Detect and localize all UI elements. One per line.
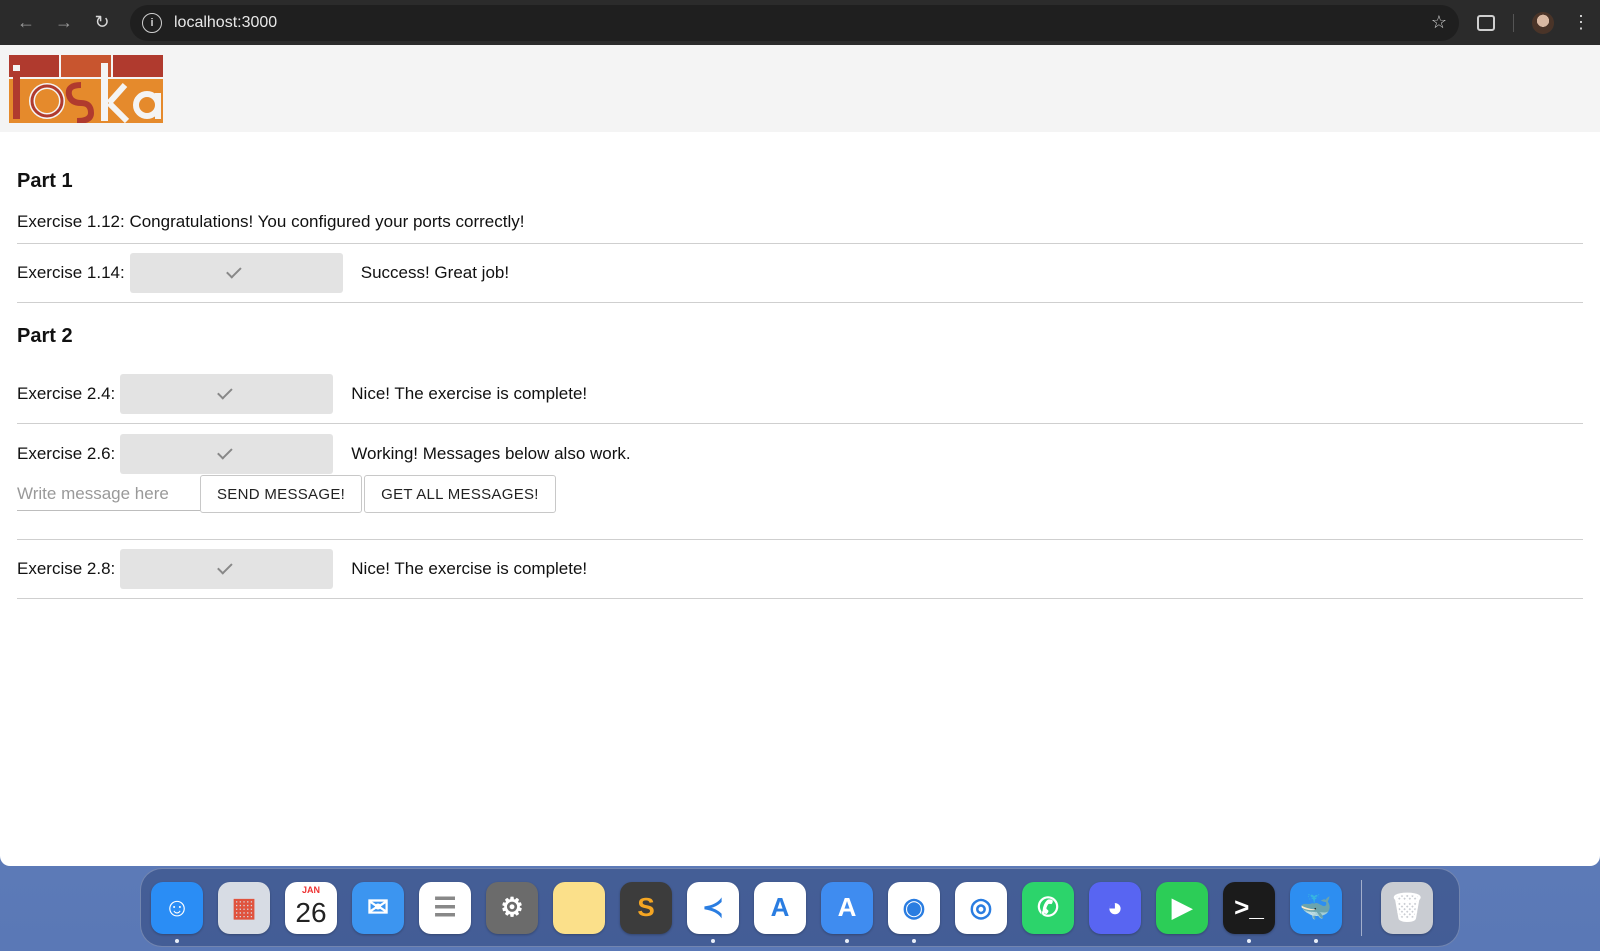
main-content: Part 1 Exercise 1.12: Congratulations! Y… xyxy=(0,170,1600,599)
calendar-icon[interactable]: JAN 26 xyxy=(285,881,337,934)
exercise-1-14-check-button[interactable] xyxy=(129,253,343,293)
address-bar[interactable]: i localhost:3000 ☆ xyxy=(130,4,1459,41)
facetime-icon[interactable]: ▶ xyxy=(1156,881,1208,934)
whatsapp-glyph: ✆ xyxy=(1037,892,1059,922)
xcode-instruments-icon[interactable]: A xyxy=(821,881,873,943)
running-indicator xyxy=(912,938,916,943)
sublime-text-glyph: S xyxy=(637,892,655,922)
exercise-1-14-label: Exercise 1.14: xyxy=(17,263,125,282)
checkmark-icon xyxy=(216,384,233,400)
notes-icon[interactable] xyxy=(553,881,605,934)
exercise-2-8-label: Exercise 2.8: xyxy=(17,559,116,578)
docker-icon[interactable]: 🐳 xyxy=(1290,881,1342,943)
forward-button[interactable]: → xyxy=(50,9,78,37)
terminal-icon[interactable]: >_ xyxy=(1223,881,1275,943)
whatsapp-icon[interactable]: ✆ xyxy=(1022,881,1074,934)
finder-glyph: ☺ xyxy=(163,892,191,922)
discord-glyph: ◕ xyxy=(1107,892,1123,922)
checkmark-icon xyxy=(226,263,242,279)
system-settings-icon[interactable]: ⚙ xyxy=(486,881,538,934)
checkmark-icon xyxy=(216,559,233,575)
exercise-1-14-status: Success! Great job! xyxy=(360,263,510,282)
part2-heading: Part 2 xyxy=(17,325,73,347)
bookmark-star-icon[interactable]: ☆ xyxy=(1431,12,1447,33)
url-text[interactable]: localhost:3000 xyxy=(174,14,1431,32)
exercise-1-12-text: Exercise 1.12: Congratulations! You conf… xyxy=(17,212,525,231)
exercise-2-4-label: Exercise 2.4: xyxy=(17,384,116,403)
safari-icon[interactable]: ◎ xyxy=(955,881,1007,934)
trash-icon[interactable]: 🗑 xyxy=(1381,881,1433,934)
android-studio-glyph: A xyxy=(770,892,790,922)
exercise-2-6-status: Working! Messages below also work. xyxy=(351,444,631,463)
exercise-2-4-check-button[interactable] xyxy=(120,374,334,414)
vscode-icon[interactable]: ≺ xyxy=(687,881,739,943)
discord-icon[interactable]: ◕ xyxy=(1089,881,1141,934)
reload-button[interactable]: ↻ xyxy=(88,9,116,37)
reminders-icon[interactable]: ☰ xyxy=(419,881,471,934)
running-indicator xyxy=(1314,938,1318,943)
browser-menu-icon[interactable]: ⋮ xyxy=(1572,12,1590,33)
macos-dock: ☺ ▦ JAN 26 ✉ ☰ ⚙ S ≺ A A ◉ ◎ ✆ ◕ ▶ >_ 🐳 🗑 xyxy=(140,868,1460,947)
extensions-icon[interactable] xyxy=(1477,14,1495,31)
running-indicator xyxy=(175,938,179,943)
docker-glyph: 🐳 xyxy=(1299,892,1333,922)
terminal-glyph: >_ xyxy=(1234,892,1264,922)
system-settings-glyph: ⚙ xyxy=(500,892,524,922)
reminders-glyph: ☰ xyxy=(433,892,457,922)
iloska-logo xyxy=(9,55,163,123)
page-header xyxy=(0,45,1600,132)
exercise-2-4-status: Nice! The exercise is complete! xyxy=(351,384,588,403)
exercise-2-8-row: Exercise 2.8: Nice! The exercise is comp… xyxy=(17,540,1583,599)
checkmark-icon xyxy=(216,444,233,460)
exercise-2-6-check-button[interactable] xyxy=(120,434,334,474)
launchpad-icon[interactable]: ▦ xyxy=(218,881,270,934)
site-info-icon[interactable]: i xyxy=(142,12,162,33)
exercise-2-4-row: Exercise 2.4: Nice! The exercise is comp… xyxy=(17,365,1583,424)
launchpad-glyph: ▦ xyxy=(231,892,257,922)
mail-glyph: ✉ xyxy=(367,892,389,922)
chrome-icon[interactable]: ◉ xyxy=(888,881,940,943)
mail-icon[interactable]: ✉ xyxy=(352,881,404,934)
calendar-month: JAN xyxy=(301,884,320,895)
back-button[interactable]: ← xyxy=(12,9,40,37)
xcode-instruments-glyph: A xyxy=(837,892,857,922)
safari-glyph: ◎ xyxy=(969,892,993,922)
finder-icon[interactable]: ☺ xyxy=(151,881,203,943)
android-studio-icon[interactable]: A xyxy=(754,881,806,934)
part1-heading: Part 1 xyxy=(17,170,73,192)
facetime-glyph: ▶ xyxy=(1172,892,1192,922)
running-indicator xyxy=(845,938,849,943)
message-input[interactable] xyxy=(17,477,200,511)
toolbar-divider xyxy=(1513,13,1514,32)
exercise-1-12-row: Exercise 1.12: Congratulations! You conf… xyxy=(17,212,1583,244)
sublime-text-icon[interactable]: S xyxy=(620,881,672,934)
running-indicator xyxy=(1247,938,1251,943)
browser-toolbar: ← → ↻ i localhost:3000 ☆ ⋮ xyxy=(0,0,1600,45)
send-message-button[interactable]: SEND MESSAGE! xyxy=(200,475,363,513)
exercise-1-14-row: Exercise 1.14: Success! Great job! xyxy=(17,244,1583,303)
chrome-glyph: ◉ xyxy=(902,892,926,922)
exercise-2-8-check-button[interactable] xyxy=(120,549,334,589)
get-all-messages-button[interactable]: GET ALL MESSAGES! xyxy=(364,475,556,513)
running-indicator xyxy=(711,938,715,943)
profile-avatar[interactable] xyxy=(1532,11,1554,34)
exercise-2-8-status: Nice! The exercise is complete! xyxy=(351,559,588,578)
exercise-2-6-label: Exercise 2.6: xyxy=(17,444,116,463)
vscode-glyph: ≺ xyxy=(702,892,724,922)
browser-window: ← → ↻ i localhost:3000 ☆ ⋮ Part 1 Exerci… xyxy=(0,0,1600,866)
calendar-day: 26 xyxy=(295,896,327,928)
exercise-2-6-block: Exercise 2.6: Working! Messages below al… xyxy=(17,424,1583,540)
dock-separator xyxy=(1361,879,1362,936)
